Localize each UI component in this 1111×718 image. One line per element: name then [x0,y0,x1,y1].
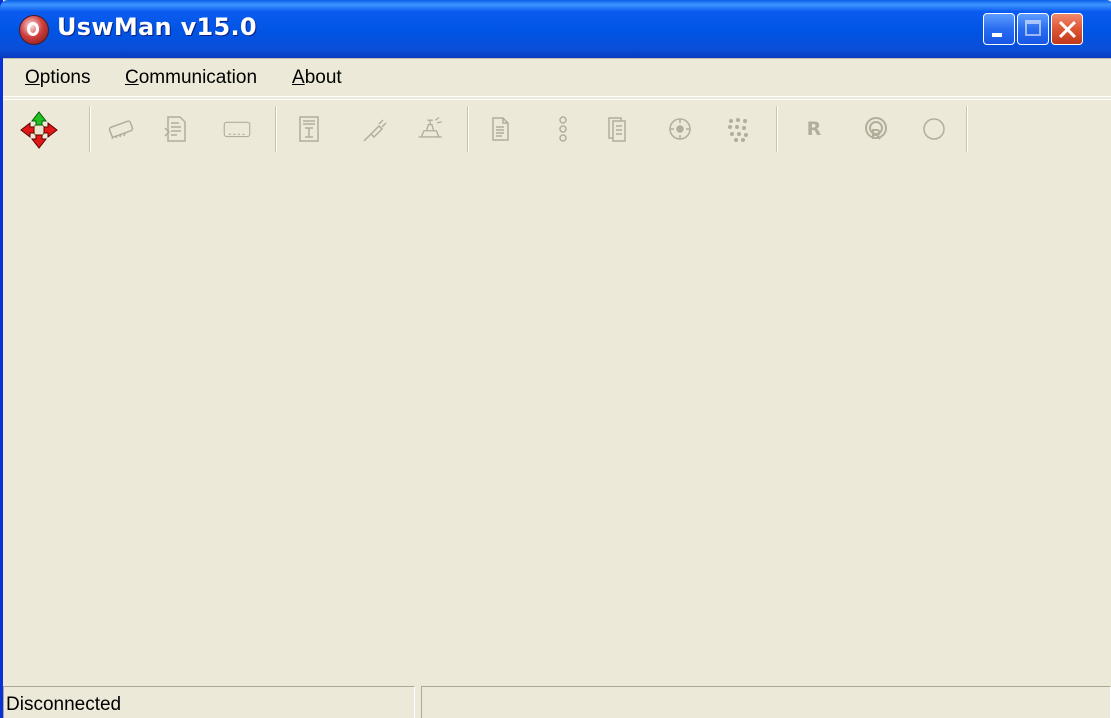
menu-communication-label: ommunication [138,67,258,88]
menu-about-accelerator: A [292,67,305,88]
connection-status: Disconnected [6,694,122,715]
menu-options[interactable]: Options [25,67,90,89]
chip-icon[interactable] [106,114,136,144]
calendar-doc-icon[interactable] [294,114,324,144]
dial-icon[interactable] [665,114,695,144]
menu-about-label: bout [304,67,342,88]
document-scan-icon[interactable] [161,114,191,144]
app-logo-icon[interactable] [20,16,48,44]
plug-icon[interactable] [359,114,389,144]
window-title: UswMan v15.0 [57,13,257,41]
menu-options-label: ptions [39,67,91,88]
menu-about[interactable]: About [292,67,342,89]
status-pane-connection: Disconnected [3,686,415,718]
toolbar-separator [275,106,277,152]
card-icon[interactable] [222,114,252,144]
circle-icon[interactable] [919,114,949,144]
close-button[interactable] [1051,13,1083,45]
r-circle-icon[interactable] [861,114,891,144]
toolbar: R [3,99,1111,161]
client-area [3,160,1111,684]
keypad-icon[interactable] [723,114,753,144]
move-arrows-icon[interactable] [19,110,59,150]
menu-bar: Options Communication About [3,58,1111,97]
menu-communication[interactable]: Communication [125,67,257,89]
copy-pages-icon[interactable] [605,114,635,144]
status-pane-secondary [421,686,1111,718]
maximize-button[interactable] [1017,13,1049,45]
three-dots-icon[interactable] [548,114,578,144]
app-window: UswMan v15.0 Options Communication About [0,0,1111,718]
toolbar-separator [776,106,778,152]
hand-stamp-icon[interactable] [416,114,446,144]
toolbar-separator [89,106,91,152]
menu-options-accelerator: O [25,67,40,88]
minimize-button[interactable] [983,13,1015,45]
status-bar: Disconnected [3,684,1111,718]
menu-communication-accelerator: C [125,67,139,88]
toolbar-separator [966,106,968,152]
page-icon[interactable] [485,114,515,144]
r-letter-icon[interactable]: R [799,114,829,144]
toolbar-separator [467,106,469,152]
title-bar[interactable]: UswMan v15.0 [0,0,1111,58]
